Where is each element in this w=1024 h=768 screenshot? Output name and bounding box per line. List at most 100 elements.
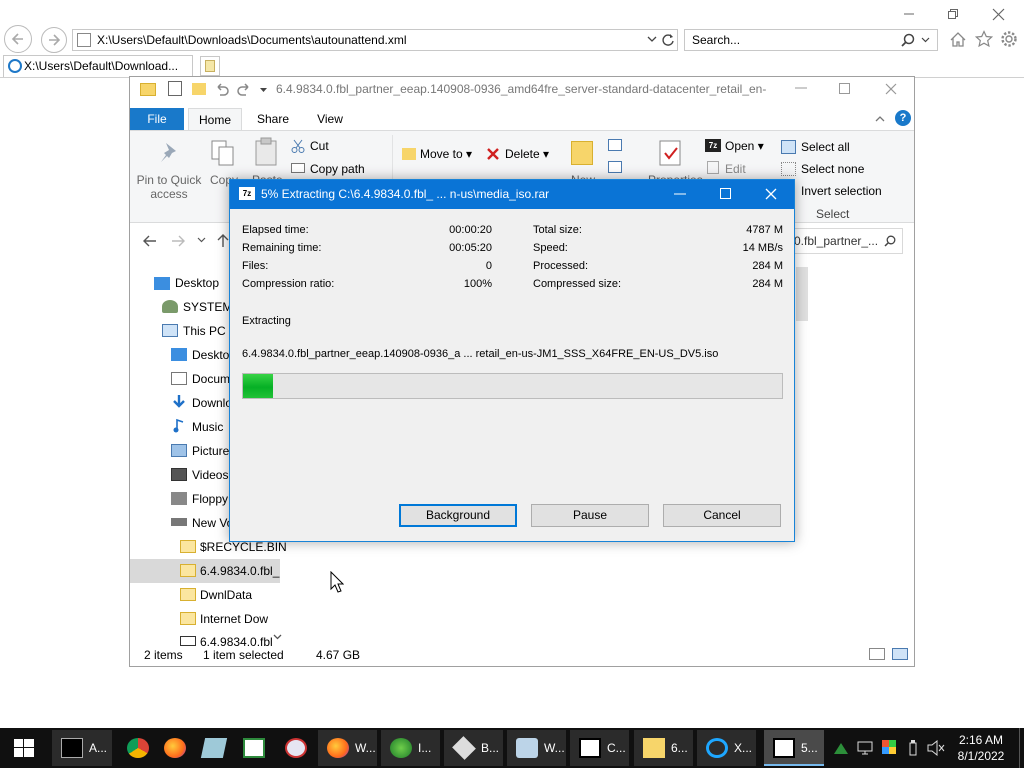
close-icon[interactable] xyxy=(765,188,777,200)
tab-view[interactable]: View xyxy=(305,108,355,130)
taskbar-item[interactable]: X... xyxy=(697,730,756,766)
taskbar-item[interactable]: A... xyxy=(52,730,112,766)
pin-to-quick-access-button[interactable]: Pin to Quick access xyxy=(136,173,202,201)
chevron-down-icon[interactable] xyxy=(647,36,657,44)
tab-share[interactable]: Share xyxy=(248,108,298,130)
recent-chevron-icon[interactable] xyxy=(197,237,206,243)
nav-item-internet-download[interactable]: Internet Dow xyxy=(200,611,268,627)
start-button[interactable] xyxy=(0,728,48,768)
tab-file[interactable]: File xyxy=(130,108,184,130)
color-tray-icon[interactable] xyxy=(881,739,897,755)
taskbar-item[interactable]: W... xyxy=(318,730,377,766)
explorer-search-box[interactable]: 0.fbl_partner_... xyxy=(787,228,903,254)
restore-icon[interactable] xyxy=(947,8,959,20)
new-folder-qat-icon[interactable] xyxy=(192,83,206,95)
forward-arrow-icon[interactable] xyxy=(170,234,186,248)
taskbar-item[interactable]: I... xyxy=(381,730,440,766)
new-item-icon[interactable] xyxy=(608,139,622,151)
nav-item-this-pc[interactable]: This PC xyxy=(183,323,226,339)
elapsed-time-label: Elapsed time: xyxy=(242,224,309,236)
easy-access-icon[interactable] xyxy=(608,161,622,173)
taskbar-item[interactable]: 5... xyxy=(764,730,824,766)
properties-qat-icon[interactable] xyxy=(168,81,182,96)
address-bar[interactable]: X:\Users\Default\Downloads\Documents\aut… xyxy=(72,29,678,51)
favorites-star-icon[interactable] xyxy=(975,30,993,48)
pause-button[interactable]: Pause xyxy=(531,504,649,527)
up-arrow-icon[interactable] xyxy=(217,233,229,248)
minimize-icon[interactable] xyxy=(795,87,807,90)
maximize-icon[interactable] xyxy=(720,188,731,199)
forward-button[interactable] xyxy=(41,27,67,53)
content-scrollbar[interactable] xyxy=(796,267,808,321)
qat-chevron-icon[interactable] xyxy=(259,87,268,93)
scroll-down-icon[interactable] xyxy=(273,634,282,640)
nav-item-videos[interactable]: Videos xyxy=(192,467,228,483)
refresh-icon[interactable] xyxy=(661,33,675,47)
select-all-button[interactable]: Select all xyxy=(801,140,850,154)
taskbar-item[interactable]: B... xyxy=(444,730,503,766)
taskbar-item[interactable] xyxy=(234,730,270,766)
usb-tray-icon[interactable] xyxy=(907,739,919,756)
chrome-icon xyxy=(127,738,149,758)
background-button[interactable]: Background xyxy=(399,504,517,527)
close-icon[interactable] xyxy=(992,8,1005,21)
delete-button[interactable]: Delete ▾ xyxy=(505,147,549,161)
help-icon[interactable]: ? xyxy=(895,110,911,126)
paste-icon xyxy=(255,137,277,166)
copy-path-button[interactable]: Copy path xyxy=(310,162,365,176)
select-none-button[interactable]: Select none xyxy=(801,162,864,176)
nav-item-desktop[interactable]: Desktop xyxy=(175,275,219,291)
invert-selection-button[interactable]: Invert selection xyxy=(801,184,882,198)
cut-button[interactable]: Cut xyxy=(310,139,329,153)
details-view-icon[interactable] xyxy=(869,648,885,660)
show-desktop-button[interactable] xyxy=(1019,728,1024,768)
edit-button[interactable]: Edit xyxy=(725,162,746,176)
progress-bar xyxy=(242,373,783,399)
undo-icon[interactable] xyxy=(214,82,230,96)
taskbar-item[interactable] xyxy=(118,730,154,766)
nav-item-system[interactable]: SYSTEM xyxy=(183,299,232,315)
drive-icon xyxy=(171,518,187,526)
nav-item-dwnldata[interactable]: DwnlData xyxy=(200,587,252,603)
taskbar-item[interactable] xyxy=(155,730,191,766)
nav-item-floppy[interactable]: Floppy xyxy=(192,491,228,507)
network-tray-icon[interactable] xyxy=(833,740,849,756)
taskbar-item[interactable]: W... xyxy=(507,730,566,766)
home-icon[interactable] xyxy=(949,31,967,48)
new-tab-button[interactable] xyxy=(200,56,220,76)
volume-muted-icon[interactable] xyxy=(927,740,945,756)
files-value: 0 xyxy=(485,260,492,272)
taskbar-item[interactable]: 6... xyxy=(634,730,693,766)
minimize-icon[interactable] xyxy=(903,8,915,20)
select-group-label: Select xyxy=(816,207,850,221)
search-input[interactable]: Search... xyxy=(684,29,938,51)
chevron-down-icon[interactable] xyxy=(921,37,930,43)
collapse-ribbon-icon[interactable] xyxy=(875,115,885,122)
redo-icon[interactable] xyxy=(236,82,252,96)
gear-icon[interactable] xyxy=(1000,30,1018,48)
close-icon[interactable] xyxy=(885,83,897,95)
7zip-icon: 7z xyxy=(239,187,255,200)
display-tray-icon[interactable] xyxy=(857,740,873,756)
nav-item-music[interactable]: Music xyxy=(192,419,223,435)
taskbar-item[interactable]: C... xyxy=(570,730,629,766)
tab-home[interactable]: Home xyxy=(188,108,242,130)
7zip-icon xyxy=(773,738,795,758)
taskbar-item[interactable] xyxy=(276,730,312,766)
clock[interactable]: 2:16 AM 8/1/2022 xyxy=(951,732,1011,764)
browser-tab[interactable]: X:\Users\Default\Download... xyxy=(3,55,193,77)
nav-item-selected-folder[interactable]: 6.4.9834.0.fbl_ xyxy=(200,563,279,579)
minimize-icon[interactable] xyxy=(674,193,686,196)
move-to-button[interactable]: Move to ▾ xyxy=(420,147,472,161)
nav-item-archive[interactable]: 6.4.9834.0.fbl xyxy=(200,634,273,646)
back-button[interactable] xyxy=(4,25,32,53)
large-icons-view-icon[interactable] xyxy=(892,648,908,660)
search-icon[interactable] xyxy=(901,33,915,47)
open-button[interactable]: Open ▾ xyxy=(725,139,764,153)
maximize-icon[interactable] xyxy=(839,83,850,94)
cancel-button[interactable]: Cancel xyxy=(663,504,781,527)
nav-item-new-volume[interactable]: New Vo xyxy=(192,515,233,531)
taskbar-item-label: W... xyxy=(355,741,376,755)
taskbar-item[interactable] xyxy=(194,730,230,766)
back-arrow-icon[interactable] xyxy=(142,234,158,248)
